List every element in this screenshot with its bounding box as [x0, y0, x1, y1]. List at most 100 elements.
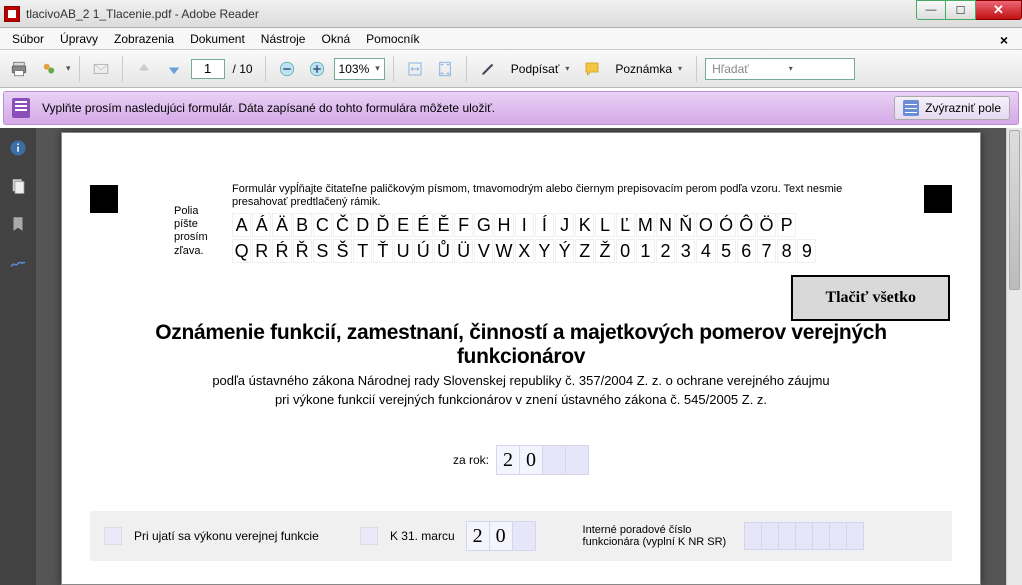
- char-sample: A: [232, 213, 251, 237]
- char-sample: B: [293, 213, 312, 237]
- char-sample: Ó: [717, 213, 736, 237]
- notice-text: Vyplňte prosím nasledujúci formulár. Dát…: [42, 101, 495, 115]
- note-label: Poznámka: [615, 62, 672, 76]
- char-sample: 2: [656, 239, 675, 263]
- page-down-icon[interactable]: [161, 56, 187, 82]
- highlight-fields-button[interactable]: Zvýrazniť pole: [894, 96, 1010, 120]
- char-sample: Ť: [373, 239, 392, 263]
- char-sample: Y: [535, 239, 554, 263]
- document-area: Polia píšte prosím zľava. Formulár vypĺň…: [0, 128, 1022, 585]
- char-sample: 8: [777, 239, 796, 263]
- fit-page-icon[interactable]: [432, 56, 458, 82]
- digit-box[interactable]: [761, 522, 779, 550]
- form-subtitle2: pri výkone funkcií verejných funkcionáro…: [90, 392, 952, 407]
- signatures-icon[interactable]: [8, 252, 28, 272]
- maximize-button[interactable]: ☐: [946, 0, 976, 20]
- menu-windows[interactable]: Okná: [313, 30, 358, 48]
- digit-box[interactable]: [846, 522, 864, 550]
- digit-box[interactable]: 0: [489, 521, 513, 551]
- menu-edit[interactable]: Úpravy: [52, 30, 106, 48]
- char-sample: Č: [333, 213, 352, 237]
- menu-help[interactable]: Pomocník: [358, 30, 427, 48]
- char-sample: Ý: [555, 239, 574, 263]
- vertical-scrollbar[interactable]: [1006, 128, 1022, 585]
- intern-label: Interné poradové číslo funkcionára (vypl…: [583, 524, 733, 548]
- char-sample: C: [313, 213, 332, 237]
- menu-file[interactable]: Súbor: [4, 30, 52, 48]
- char-sample: Ř: [293, 239, 312, 263]
- scroll-thumb[interactable]: [1009, 130, 1020, 290]
- menu-document[interactable]: Dokument: [182, 30, 253, 48]
- char-sample: L: [595, 213, 614, 237]
- sidebar: [0, 128, 36, 585]
- page-up-icon[interactable]: [131, 56, 157, 82]
- note-icon[interactable]: [579, 56, 605, 82]
- digit-box[interactable]: [795, 522, 813, 550]
- menu-view[interactable]: Zobrazenia: [106, 30, 182, 48]
- pages-icon[interactable]: [8, 176, 28, 196]
- mail-icon[interactable]: [88, 56, 114, 82]
- char-sample: Ü: [454, 239, 473, 263]
- print-icon[interactable]: [6, 56, 32, 82]
- marker-right: [924, 185, 952, 213]
- char-sample: J: [555, 213, 574, 237]
- checkbox-31marca[interactable]: [360, 527, 378, 545]
- highlight-label: Zvýrazniť pole: [925, 101, 1001, 115]
- chk1-label: Pri ujatí sa výkonu verejnej funkcie: [134, 529, 319, 543]
- char-sample: Ä: [272, 213, 291, 237]
- fit-width-icon[interactable]: [402, 56, 428, 82]
- toolbar: ▾ / 10 103%▾ Podpísať▾ Poznámka▾ Hľadať▾: [0, 50, 1022, 88]
- march-year-input[interactable]: 20: [467, 521, 536, 551]
- char-sample: S: [313, 239, 332, 263]
- char-sample: U: [394, 239, 413, 263]
- char-sample: Š: [333, 239, 352, 263]
- digit-box[interactable]: 2: [466, 521, 490, 551]
- form-subtitle1: podľa ústavného zákona Národnej rady Slo…: [90, 373, 952, 388]
- intern-number-input[interactable]: [745, 522, 864, 550]
- zoom-select[interactable]: 103%▾: [334, 58, 385, 80]
- pen-icon[interactable]: [475, 56, 501, 82]
- digit-box[interactable]: [829, 522, 847, 550]
- sign-button[interactable]: Podpísať▾: [505, 56, 576, 82]
- char-sample: D: [353, 213, 372, 237]
- zoom-in-icon[interactable]: [304, 56, 330, 82]
- menu-close-icon[interactable]: ×: [992, 30, 1016, 50]
- digit-box[interactable]: [778, 522, 796, 550]
- char-sample: Ž: [595, 239, 614, 263]
- digit-box[interactable]: [542, 445, 566, 475]
- note-button[interactable]: Poznámka▾: [609, 56, 688, 82]
- char-sample: 1: [636, 239, 655, 263]
- char-sample: Ň: [676, 213, 695, 237]
- separator: [79, 56, 80, 82]
- char-sample: 5: [717, 239, 736, 263]
- menu-tools[interactable]: Nástroje: [253, 30, 314, 48]
- char-sample: X: [515, 239, 534, 263]
- zoom-value: 103%: [339, 62, 370, 76]
- page-viewport: Polia píšte prosím zľava. Formulár vypĺň…: [36, 128, 1006, 585]
- close-button[interactable]: ✕: [976, 0, 1022, 20]
- char-sample: K: [575, 213, 594, 237]
- char-sample: É: [414, 213, 433, 237]
- page-number-input[interactable]: [191, 59, 225, 79]
- info-icon[interactable]: [8, 138, 28, 158]
- char-sample: G: [474, 213, 493, 237]
- form-notice-bar: Vyplňte prosím nasledujúci formulár. Dát…: [3, 91, 1019, 125]
- search-input[interactable]: Hľadať▾: [705, 58, 855, 80]
- digit-box[interactable]: [512, 521, 536, 551]
- minimize-button[interactable]: —: [916, 0, 946, 20]
- digit-box[interactable]: 2: [496, 445, 520, 475]
- checkbox-ujati[interactable]: [104, 527, 122, 545]
- digit-box[interactable]: [812, 522, 830, 550]
- digit-box[interactable]: [565, 445, 589, 475]
- bookmarks-icon[interactable]: [8, 214, 28, 234]
- print-all-button[interactable]: Tlačiť všetko: [791, 275, 950, 321]
- digit-box[interactable]: [744, 522, 762, 550]
- collab-icon[interactable]: [36, 56, 62, 82]
- char-sample: 7: [757, 239, 776, 263]
- zoom-out-icon[interactable]: [274, 56, 300, 82]
- year-input[interactable]: 20: [497, 445, 589, 475]
- char-sample: Ô: [737, 213, 756, 237]
- digit-box[interactable]: 0: [519, 445, 543, 475]
- app-icon: [4, 6, 20, 22]
- menu-bar: Súbor Úpravy Zobrazenia Dokument Nástroj…: [0, 28, 1022, 50]
